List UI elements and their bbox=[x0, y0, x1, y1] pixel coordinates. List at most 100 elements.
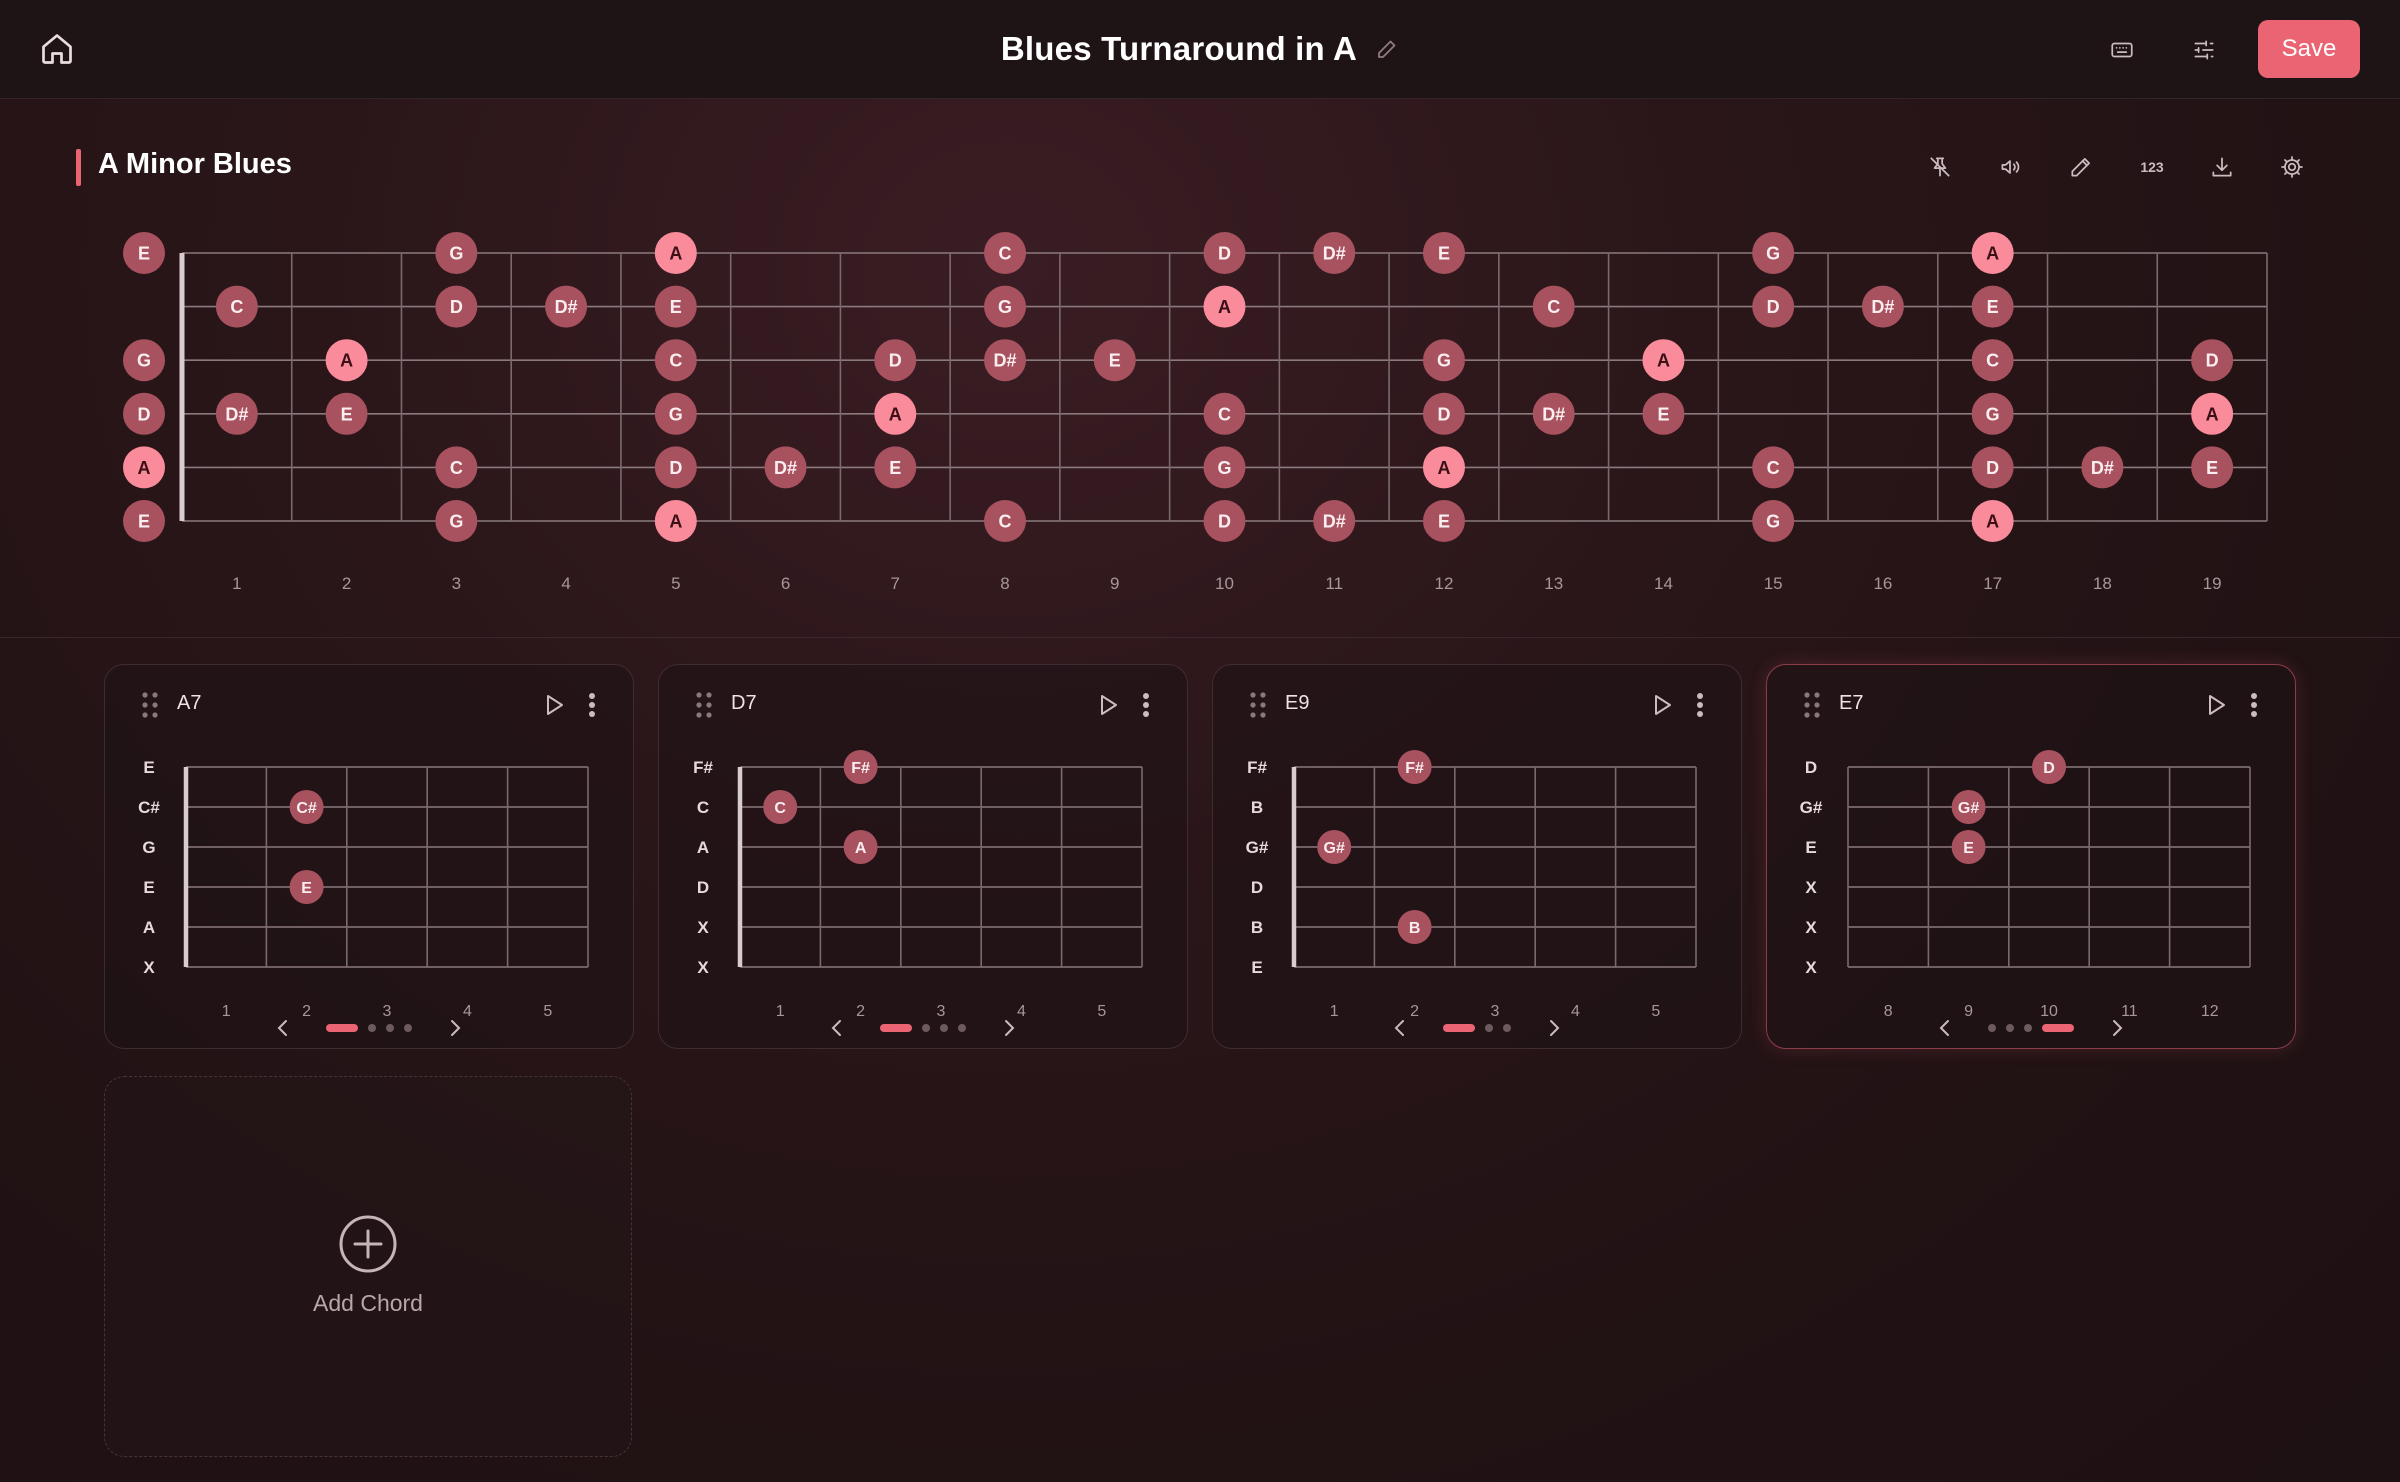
play-icon[interactable] bbox=[1101, 695, 1117, 715]
chord-card-a7[interactable]: A7 E C# G E A X 1 2 3 4 5 C# E bbox=[104, 664, 634, 1049]
scale-note-dsharp[interactable]: D# bbox=[545, 285, 588, 328]
scale-note-d[interactable]: D bbox=[123, 392, 165, 435]
scale-note-dsharp[interactable]: D# bbox=[1861, 285, 1904, 328]
scale-note-e[interactable]: E bbox=[2191, 446, 2234, 489]
pager-dot[interactable] bbox=[1503, 1024, 1511, 1032]
chord-note-gsharp[interactable]: G# bbox=[1317, 830, 1352, 864]
scale-note-g[interactable]: G bbox=[1971, 392, 2014, 435]
scale-note-d[interactable]: D bbox=[1203, 232, 1246, 274]
scale-note-e[interactable]: E bbox=[1642, 392, 1685, 435]
chord-note-gsharp[interactable]: G# bbox=[1951, 790, 1986, 824]
scale-note-dsharp[interactable]: D# bbox=[2081, 446, 2124, 489]
scale-note-dsharp[interactable]: D# bbox=[1313, 232, 1356, 274]
scale-note-c[interactable]: C bbox=[1532, 285, 1575, 328]
scale-note-e[interactable]: E bbox=[1422, 500, 1465, 542]
more-icon[interactable] bbox=[2251, 693, 2257, 717]
chord-note-e[interactable]: E bbox=[1951, 830, 1986, 864]
scale-note-c[interactable]: C bbox=[1752, 446, 1795, 489]
scale-note-e[interactable]: E bbox=[1971, 285, 2014, 328]
scale-note-a[interactable]: A bbox=[654, 232, 697, 274]
scale-note-c[interactable]: C bbox=[654, 339, 697, 382]
more-icon[interactable] bbox=[1143, 693, 1149, 717]
drag-icon[interactable] bbox=[1804, 692, 1820, 718]
scale-note-e[interactable]: E bbox=[874, 446, 917, 489]
scale-note-g[interactable]: G bbox=[1422, 339, 1465, 382]
chevron-left-icon[interactable] bbox=[277, 1020, 287, 1036]
pager-dot[interactable] bbox=[404, 1024, 412, 1032]
chord-note-fsharp[interactable]: F# bbox=[843, 750, 878, 784]
play-icon[interactable] bbox=[547, 695, 563, 715]
scale-note-g[interactable]: G bbox=[654, 392, 697, 435]
scale-note-dsharp[interactable]: D# bbox=[1532, 392, 1575, 435]
scale-note-a[interactable]: A bbox=[2191, 392, 2234, 435]
scale-note-d[interactable]: D bbox=[874, 339, 917, 382]
pager-dot[interactable] bbox=[940, 1024, 948, 1032]
scale-note-d[interactable]: D bbox=[435, 285, 478, 328]
pager-dot-active[interactable] bbox=[326, 1024, 358, 1032]
chevron-right-icon[interactable] bbox=[2113, 1020, 2123, 1036]
drag-icon[interactable] bbox=[696, 692, 712, 718]
scale-note-a[interactable]: A bbox=[123, 446, 165, 489]
scale-note-a[interactable]: A bbox=[1971, 232, 2014, 274]
scale-note-d[interactable]: D bbox=[1752, 285, 1795, 328]
scale-note-d[interactable]: D bbox=[1971, 446, 2014, 489]
scale-note-dsharp[interactable]: D# bbox=[984, 339, 1027, 382]
scale-note-d[interactable]: D bbox=[2191, 339, 2234, 382]
scale-note-c[interactable]: C bbox=[1971, 339, 2014, 382]
chord-note-a[interactable]: A bbox=[843, 830, 878, 864]
pager-dot[interactable] bbox=[1485, 1024, 1493, 1032]
scale-note-a[interactable]: A bbox=[654, 500, 697, 542]
drag-icon[interactable] bbox=[142, 692, 158, 718]
chevron-left-icon[interactable] bbox=[1394, 1020, 1404, 1036]
chord-note-csharp[interactable]: C# bbox=[289, 790, 324, 824]
scale-note-g[interactable]: G bbox=[984, 285, 1027, 328]
scale-note-e[interactable]: E bbox=[1093, 339, 1136, 382]
scale-note-e[interactable]: E bbox=[1422, 232, 1465, 274]
chord-note-d[interactable]: D bbox=[2032, 750, 2066, 784]
pager-dot[interactable] bbox=[2024, 1024, 2032, 1032]
scale-note-g[interactable]: G bbox=[1752, 500, 1795, 542]
chevron-left-icon[interactable] bbox=[831, 1020, 841, 1036]
scale-note-dsharp[interactable]: D# bbox=[764, 446, 807, 489]
pager-dot[interactable] bbox=[2006, 1024, 2014, 1032]
scale-note-g[interactable]: G bbox=[1203, 446, 1246, 489]
chevron-right-icon[interactable] bbox=[1005, 1020, 1015, 1036]
play-icon[interactable] bbox=[2209, 695, 2225, 715]
scale-note-c[interactable]: C bbox=[435, 446, 478, 489]
scale-note-a[interactable]: A bbox=[325, 339, 368, 382]
scale-note-e[interactable]: E bbox=[325, 392, 368, 435]
pager-dot[interactable] bbox=[1988, 1024, 1996, 1032]
pager-dot[interactable] bbox=[958, 1024, 966, 1032]
scale-note-a[interactable]: A bbox=[874, 392, 917, 435]
scale-note-c[interactable]: C bbox=[984, 232, 1027, 274]
scale-note-d[interactable]: D bbox=[1203, 500, 1246, 542]
chord-card-d7[interactable]: D7 F# C A D X X 1 2 3 4 5 F# C A bbox=[658, 664, 1188, 1049]
scale-note-c[interactable]: C bbox=[984, 500, 1027, 542]
scale-note-d[interactable]: D bbox=[654, 446, 697, 489]
chord-note-fsharp[interactable]: F# bbox=[1397, 750, 1432, 784]
scale-note-a[interactable]: A bbox=[1642, 339, 1685, 382]
scale-note-e[interactable]: E bbox=[654, 285, 697, 328]
add-chord-card[interactable]: Add Chord bbox=[104, 1076, 632, 1457]
chevron-right-icon[interactable] bbox=[451, 1020, 461, 1036]
scale-note-c[interactable]: C bbox=[215, 285, 258, 328]
scale-note-g[interactable]: G bbox=[435, 500, 478, 542]
play-icon[interactable] bbox=[1655, 695, 1671, 715]
scale-note-a[interactable]: A bbox=[1971, 500, 2014, 542]
scale-note-g[interactable]: G bbox=[1752, 232, 1795, 274]
pager-dot-active[interactable] bbox=[1443, 1024, 1475, 1032]
scale-note-e[interactable]: E bbox=[123, 500, 165, 542]
scale-note-dsharp[interactable]: D# bbox=[1313, 500, 1356, 542]
more-icon[interactable] bbox=[1697, 693, 1703, 717]
scale-note-a[interactable]: A bbox=[1422, 446, 1465, 489]
chord-card-e9[interactable]: E9 F# B G# D B E 1 2 3 4 5 F# G# B bbox=[1212, 664, 1742, 1049]
chevron-left-icon[interactable] bbox=[1939, 1020, 1949, 1036]
pager-dot-active[interactable] bbox=[880, 1024, 912, 1032]
chord-note-b[interactable]: B bbox=[1397, 910, 1432, 944]
scale-note-e[interactable]: E bbox=[123, 232, 165, 274]
pager-dot[interactable] bbox=[922, 1024, 930, 1032]
chord-card-e7[interactable]: E7 D G# E X X X 8 9 10 11 12 D G# E bbox=[1766, 664, 2296, 1049]
scale-note-c[interactable]: C bbox=[1203, 392, 1246, 435]
drag-icon[interactable] bbox=[1250, 692, 1266, 718]
pager-dot-active[interactable] bbox=[2042, 1024, 2074, 1032]
